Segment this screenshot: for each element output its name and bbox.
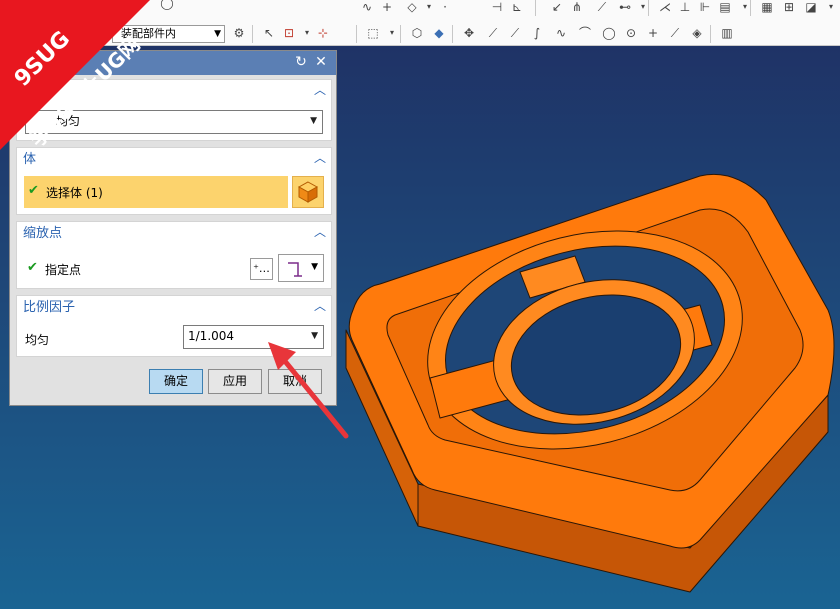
- check-icon: ✔: [28, 183, 39, 198]
- section-title: 缩放点: [23, 226, 63, 241]
- trim-icon[interactable]: ⊣: [490, 0, 504, 14]
- chevron-up-icon[interactable]: ︿: [314, 84, 326, 96]
- center-icon[interactable]: ⊙: [624, 26, 638, 40]
- chevron-up-icon[interactable]: ︿: [314, 152, 326, 164]
- chevron-down-icon: ▼: [311, 262, 318, 272]
- toolbar-separator: [535, 0, 536, 16]
- ok-button-label: 确定: [163, 374, 188, 388]
- toolbar-separator: [710, 25, 711, 43]
- spline-icon[interactable]: ∫: [530, 26, 544, 40]
- toolbar-separator: [452, 25, 453, 43]
- pattern-icon[interactable]: ⟋: [595, 0, 609, 14]
- toolbar-row-top: ◯ ⌒ ∿ + ◇ ▾ · ⊣ ⊾ ↙ ⋔ ⟋ ⊷ ▾ ⋌ ⊥ ⊩ ▤ ▾ ▦ …: [150, 0, 840, 17]
- close-icon[interactable]: ✕: [314, 55, 328, 69]
- chevron-down-icon: ▼: [310, 116, 317, 126]
- circle-icon[interactable]: ◯: [602, 26, 616, 40]
- section-title: 比例因子: [23, 300, 76, 315]
- toolbar-separator: [252, 25, 253, 43]
- check-icon: ✔: [27, 260, 38, 275]
- dimension-icon[interactable]: ⋌: [658, 0, 672, 14]
- solid-icon[interactable]: ⬡: [410, 26, 424, 40]
- layer-icon[interactable]: ▦: [760, 0, 774, 14]
- line-icon[interactable]: ⟋: [486, 26, 500, 40]
- view-icon[interactable]: ⊞: [782, 0, 796, 14]
- offset-icon[interactable]: ⋔: [570, 0, 584, 14]
- snap-point-icon: [288, 262, 302, 277]
- filter-icon[interactable]: ⚙: [232, 26, 246, 40]
- uniform-factor-input[interactable]: 1/1.004 ▼: [183, 325, 324, 349]
- specify-point-label: 指定点: [45, 263, 82, 277]
- extend-icon[interactable]: ↙: [550, 0, 564, 14]
- shape-icon[interactable]: ◇: [405, 0, 419, 14]
- cross-icon[interactable]: +: [646, 26, 660, 40]
- toolbar-separator: [356, 25, 357, 43]
- cancel-button-label: 取消: [282, 374, 307, 388]
- scale-point-section: 缩放点 ︿ ✔ 指定点 ⁺… ▼: [16, 221, 332, 289]
- plus-icon[interactable]: +: [380, 0, 394, 14]
- toolbar-separator: [750, 0, 751, 16]
- pick-icon[interactable]: ↖: [262, 26, 276, 40]
- slash-icon[interactable]: ⟋: [668, 26, 682, 40]
- wave-icon[interactable]: ∿: [554, 26, 568, 40]
- angle-icon[interactable]: ⊥: [678, 0, 692, 14]
- select-body-label: 选择体 (1): [46, 186, 103, 200]
- toolbar-separator: [648, 0, 649, 16]
- uniform-factor-value: 1/1.004: [188, 329, 235, 343]
- scaled-body-model[interactable]: [345, 173, 835, 593]
- body-section: 体 ︿ ✔ 选择体 (1): [16, 147, 332, 215]
- intersect-icon[interactable]: ⊹: [316, 26, 330, 40]
- face-icon[interactable]: ◈: [690, 26, 704, 40]
- point-snap-dropdown[interactable]: ▼: [278, 254, 324, 282]
- table-icon[interactable]: ▥: [720, 26, 734, 40]
- select-body-row[interactable]: ✔ 选择体 (1): [24, 176, 288, 208]
- cancel-button[interactable]: 取消: [268, 369, 322, 394]
- sketch-icon[interactable]: ◯: [160, 0, 174, 10]
- rectangle-select-icon[interactable]: ⬚: [366, 26, 380, 40]
- corner-icon[interactable]: ⊾: [510, 0, 524, 14]
- dropdown-icon[interactable]: ▾: [824, 0, 838, 14]
- curve-icon[interactable]: ∿: [360, 0, 374, 14]
- cube-icon: [297, 181, 319, 203]
- point-dialog-icon: ⁺…: [253, 262, 270, 275]
- reset-icon[interactable]: ↻: [294, 55, 308, 69]
- diagonal-icon[interactable]: ⟋: [508, 26, 522, 40]
- shaded-icon[interactable]: ◆: [432, 26, 446, 40]
- dropdown-icon[interactable]: ▾: [422, 0, 436, 14]
- render-icon[interactable]: ◪: [804, 0, 818, 14]
- chevron-up-icon[interactable]: ︿: [314, 300, 326, 312]
- grid-icon[interactable]: ▤: [718, 0, 732, 14]
- dropdown-icon[interactable]: ▾: [385, 26, 399, 40]
- dropdown-icon[interactable]: ▾: [300, 26, 314, 40]
- arc-icon[interactable]: ⌒: [205, 0, 219, 10]
- snap-point-icon[interactable]: ⊡: [282, 26, 296, 40]
- chevron-down-icon: ▼: [214, 29, 221, 39]
- constraint-icon[interactable]: ⊷: [618, 0, 632, 14]
- section-title: 体: [23, 152, 37, 167]
- ok-button[interactable]: 确定: [149, 369, 203, 394]
- point-icon[interactable]: ·: [438, 0, 452, 14]
- toolbar-separator: [400, 25, 401, 43]
- snap-icon[interactable]: ⊩: [698, 0, 712, 14]
- move-icon[interactable]: ✥: [462, 26, 476, 40]
- select-body-button[interactable]: [292, 176, 324, 208]
- chevron-down-icon: ▼: [311, 331, 318, 341]
- apply-button-label: 应用: [222, 374, 247, 388]
- arc-point-icon[interactable]: ⌒: [578, 26, 592, 40]
- chevron-up-icon[interactable]: ︿: [314, 226, 326, 238]
- scale-factor-section: 比例因子 ︿ 均匀 1/1.004 ▼: [16, 295, 332, 357]
- point-dialog-button[interactable]: ⁺…: [250, 258, 273, 280]
- uniform-factor-label: 均匀: [25, 333, 50, 347]
- apply-button[interactable]: 应用: [208, 369, 262, 394]
